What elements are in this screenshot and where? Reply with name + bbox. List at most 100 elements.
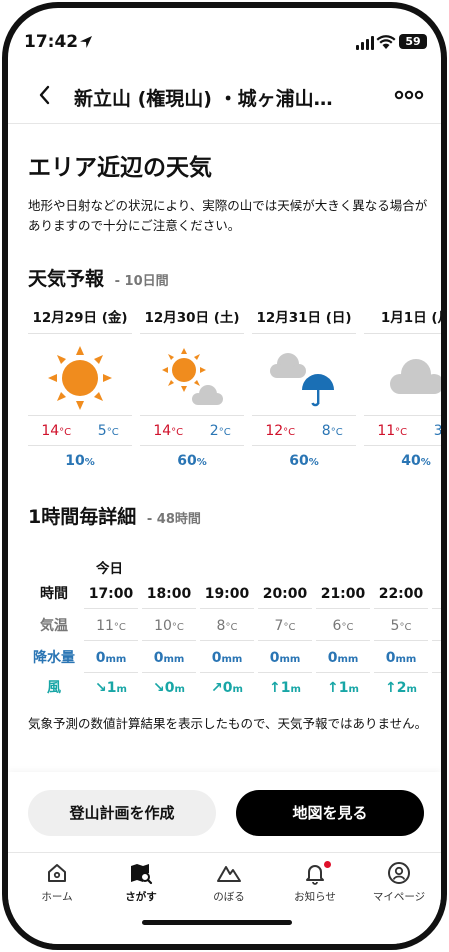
temp-unit: °C <box>218 426 231 438</box>
area-weather-description: 地形や日射などの状況により、実際の山では天候が大きく異なる場合がありますので十分… <box>28 198 428 233</box>
tab-label: ホーム <box>41 891 73 903</box>
notification-badge <box>324 861 331 868</box>
hour-temp: 11 <box>96 618 114 634</box>
back-chevron-icon[interactable] <box>36 84 54 106</box>
forecast-day: 12月30日 (土) 14°C 2°C 60% <box>140 304 244 480</box>
temp-unit: °C <box>171 426 184 438</box>
wind-direction-icon: ↘ <box>95 680 107 696</box>
hour-rain: 0 <box>327 650 338 666</box>
temp-unit: °C <box>395 426 408 438</box>
view-map-button[interactable]: 地図を見る <box>236 790 424 836</box>
location-arrow-icon <box>80 36 92 48</box>
tab-label: お知らせ <box>294 891 336 903</box>
tab-label: さがす <box>125 891 157 903</box>
temp-unit: °C <box>106 426 119 438</box>
home-indicator <box>142 920 292 925</box>
high-temp: 14 <box>41 422 60 439</box>
hour-rain: 0 <box>153 650 164 666</box>
wind-direction-icon: ↘ <box>153 680 165 696</box>
tab-bar: ホーム さがす のぼる お知らせ マイページ <box>8 852 441 922</box>
tab-notifications[interactable]: お知らせ <box>280 861 350 904</box>
row-label-temp: 気温 <box>40 618 68 634</box>
today-label: 今日 <box>96 561 123 577</box>
forecast-day: 12月31日 (日) 12°C 8°C 60% <box>252 304 356 480</box>
home-icon <box>48 864 66 882</box>
hour-time: 21:00 <box>316 579 370 609</box>
hourly-disclaimer: 気象予測の数値計算結果を表示したもので、天気予報ではありません。 <box>28 716 428 731</box>
row-label-wind: 風 <box>47 680 61 696</box>
tab-search[interactable]: さがす <box>106 861 176 904</box>
hourly-forecast[interactable]: 今日 時間 17:00 18:00 19:00 20:00 21:00 22:0… <box>28 553 447 703</box>
hour-rain: 0 <box>269 650 280 666</box>
low-temp: 5 <box>97 422 107 439</box>
status-time: 17:42 <box>24 32 79 52</box>
hour-time: 18:00 <box>142 579 196 609</box>
sunny-icon <box>48 346 112 410</box>
user-icon <box>388 862 410 884</box>
cloudy-then-rain-icon <box>270 353 334 407</box>
forecast-title: 天気予報 <box>28 268 105 290</box>
temp-unit: °C <box>283 426 296 438</box>
precip-unit: % <box>84 457 95 468</box>
hour-rain: 0 <box>444 650 447 666</box>
hourly-temp-row: 気温 11°C 10°C 8°C 7°C 6°C 5°C 5°C <box>28 611 441 641</box>
high-temp: 12 <box>265 422 284 439</box>
battery-indicator: 59 <box>399 34 427 49</box>
wind-direction-icon: ↑ <box>385 680 397 696</box>
high-temp: 11 <box>377 422 396 439</box>
create-climbing-plan-button[interactable]: 登山計画を作成 <box>28 790 216 836</box>
tab-home[interactable]: ホーム <box>22 861 92 904</box>
hourly-heading: 1時間毎詳細 - 48時間 <box>28 502 201 529</box>
hour-time: 23:0 <box>432 579 441 609</box>
page-title: 新立山 (権現山) ・城ヶ浦山… <box>74 88 333 110</box>
precip-unit: % <box>196 457 207 468</box>
hour-rain: 0 <box>95 650 106 666</box>
hourly-time-row: 時間 17:00 18:00 19:00 20:00 21:00 22:00 2… <box>28 579 441 609</box>
hourly-rain-row: 降水量 0mm 0mm 0mm 0mm 0mm 0mm 0mm <box>28 643 447 673</box>
forecast-range: - 10日間 <box>114 274 169 289</box>
wind-direction-icon: ↑ <box>443 680 447 696</box>
low-temp: 8 <box>321 422 331 439</box>
hour-time: 20:00 <box>258 579 312 609</box>
status-bar: 17:42 59 <box>8 8 441 68</box>
page-header: 新立山 (権現山) ・城ヶ浦山… <box>8 68 441 124</box>
wind-direction-icon: ↗ <box>211 680 223 696</box>
tab-label: のぼる <box>213 891 245 903</box>
cloudy-icon <box>390 359 441 394</box>
low-temp: 3 <box>433 422 443 439</box>
temp-unit: °C <box>443 427 447 438</box>
phone-frame: 17:42 59 新立山 (権現山) ・城ヶ浦山… エリア近辺の天気 地形や日射… <box>2 2 447 950</box>
hour-wind: 1 <box>338 680 349 696</box>
hour-wind: 0 <box>164 680 175 696</box>
row-label-time: 時間 <box>40 586 68 602</box>
precip-chance: 60 <box>289 453 309 469</box>
sunny-then-cloudy-icon <box>162 348 223 405</box>
hour-rain: 0 <box>211 650 222 666</box>
forecast-date: 12月29日 (金) <box>28 304 132 334</box>
tab-label: マイページ <box>372 891 426 903</box>
more-options-icon[interactable] <box>394 88 424 102</box>
hour-time: 17:00 <box>84 579 138 609</box>
precip-chance: 10 <box>65 453 85 469</box>
hourly-range: - 48時間 <box>146 512 201 527</box>
tab-mypage[interactable]: マイページ <box>364 861 434 904</box>
tab-climb[interactable]: のぼる <box>194 861 264 904</box>
hour-rain: 0 <box>385 650 396 666</box>
forecast-heading: 天気予報 - 10日間 <box>28 264 169 291</box>
wind-direction-icon: ↑ <box>269 680 281 696</box>
wind-direction-icon: ↑ <box>327 680 339 696</box>
precip-unit: % <box>420 457 431 468</box>
hour-wind: 0 <box>222 680 233 696</box>
forecast-day: 1月1日 (月 11°C 3°C 40% <box>364 304 447 480</box>
temp-unit: °C <box>59 426 72 438</box>
row-label-rain: 降水量 <box>33 650 75 666</box>
hourly-wind-row: 風 ↘1m ↘0m ↗0m ↑1m ↑1m ↑2m ↑2m <box>28 673 447 703</box>
area-weather-title: エリア近辺の天気 <box>28 155 212 181</box>
temp-unit: °C <box>330 426 343 438</box>
precip-unit: % <box>308 457 319 468</box>
forecast-date: 12月31日 (日) <box>252 304 356 334</box>
precip-chance: 40 <box>401 453 421 469</box>
daily-forecast[interactable]: 12月29日 (金) 14°C 5°C 10% 12月30日 (土) 14°C … <box>28 304 447 484</box>
signal-icon <box>356 36 374 50</box>
mountain-icon <box>217 866 241 882</box>
